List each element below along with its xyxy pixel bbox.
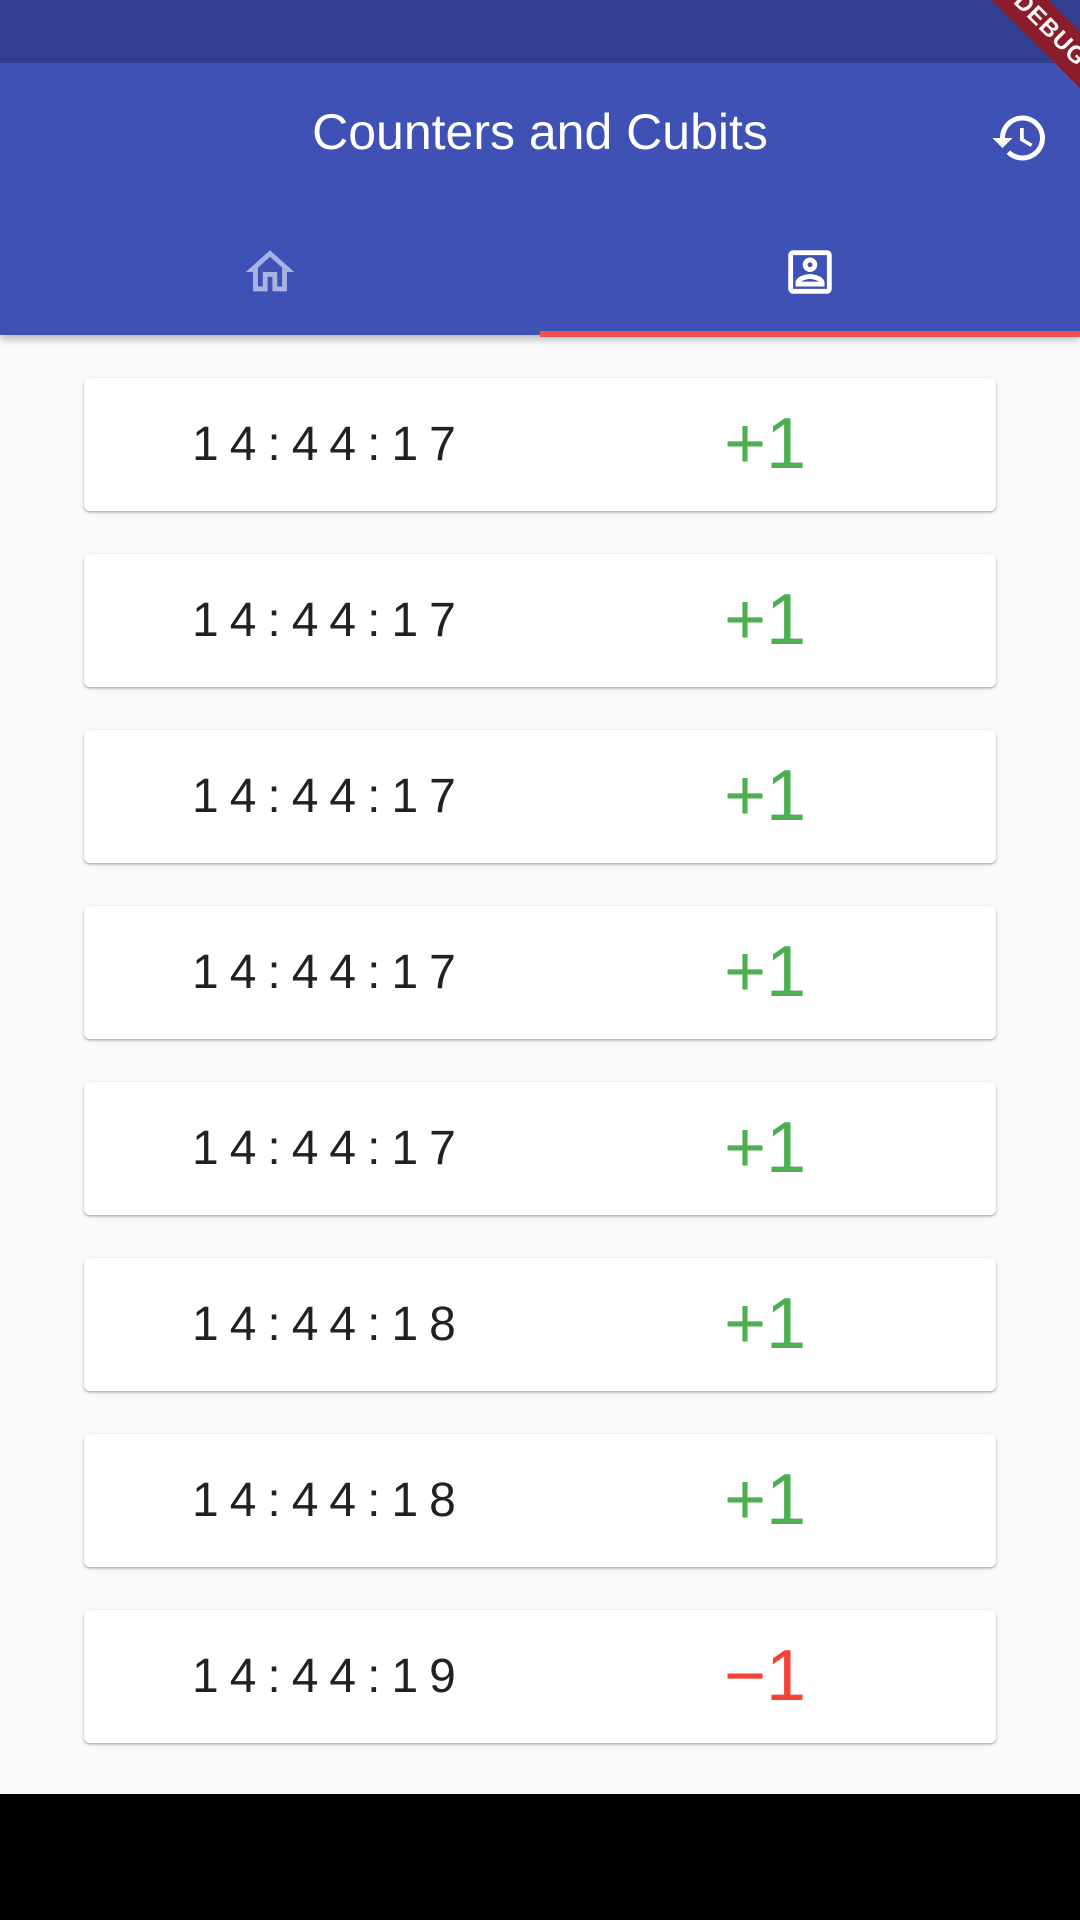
tab-profile[interactable] bbox=[540, 208, 1080, 337]
increment-badge: +1 bbox=[724, 1460, 807, 1540]
increment-badge: +1 bbox=[724, 1108, 807, 1188]
screen: Counters and Cubits 14:44:17 +1 14:44:17 +1… bbox=[0, 0, 1080, 1920]
history-card: 14:44:17 +1 bbox=[84, 730, 996, 863]
history-list: 14:44:17 +1 14:44:17 +1 14:44:17 +1 14:44:17 +1… bbox=[84, 378, 996, 1786]
home-icon bbox=[245, 249, 295, 291]
increment-badge: +1 bbox=[724, 1284, 807, 1364]
entry-time: 14:44:18 bbox=[192, 1474, 467, 1527]
increment-badge: +1 bbox=[724, 404, 807, 484]
history-card: 14:44:18 +1 bbox=[84, 1434, 996, 1567]
history-card: 14:44:17 +1 bbox=[84, 906, 996, 1039]
entry-time: 14:44:19 bbox=[192, 1650, 467, 1703]
account-box-icon bbox=[788, 249, 832, 294]
history-card: 14:44:17 +1 bbox=[84, 554, 996, 687]
increment-badge: +1 bbox=[724, 580, 807, 660]
history-card: 14:44:17 +1 bbox=[84, 1082, 996, 1215]
history-list-area[interactable]: 14:44:17 +1 14:44:17 +1 14:44:17 +1 14:44:17 +1… bbox=[0, 335, 1080, 1794]
status-bar bbox=[0, 0, 1080, 63]
tab-bar bbox=[0, 208, 1080, 337]
history-icon bbox=[992, 115, 1045, 161]
entry-time: 14:44:17 bbox=[192, 594, 467, 647]
increment-badge: +1 bbox=[724, 756, 807, 836]
tab-home[interactable] bbox=[0, 208, 540, 335]
entry-time: 14:44:17 bbox=[192, 770, 467, 823]
history-button[interactable] bbox=[985, 103, 1055, 173]
increment-badge: +1 bbox=[724, 932, 807, 1012]
entry-time: 14:44:17 bbox=[192, 946, 467, 999]
entry-time: 14:44:17 bbox=[192, 418, 467, 471]
history-card: 14:44:18 +1 bbox=[84, 1258, 996, 1391]
app-bar: Counters and Cubits bbox=[0, 63, 1080, 337]
decrement-badge: −1 bbox=[724, 1636, 807, 1716]
entry-time: 14:44:18 bbox=[192, 1298, 467, 1351]
history-card: 14:44:17 +1 bbox=[84, 378, 996, 511]
page-title: Counters and Cubits bbox=[312, 104, 768, 160]
tab-indicator bbox=[540, 331, 1080, 337]
entry-time: 14:44:17 bbox=[192, 1122, 467, 1175]
history-card: 14:44:19 −1 bbox=[84, 1610, 996, 1743]
